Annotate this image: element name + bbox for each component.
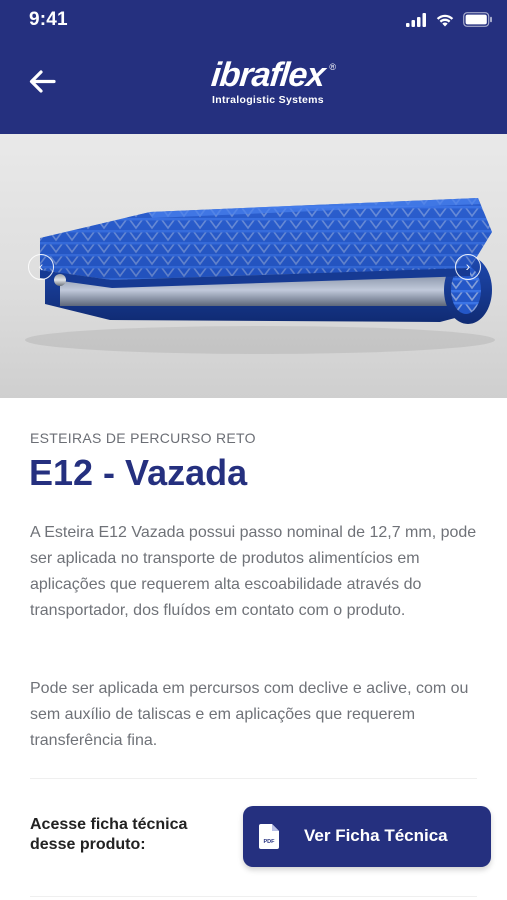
- back-button[interactable]: [24, 62, 64, 102]
- view-datasheet-button[interactable]: PDF Ver Ficha Técnica: [243, 806, 491, 867]
- carousel-prev-button[interactable]: ‹: [28, 254, 54, 280]
- logo-registered-mark: ®: [329, 62, 336, 72]
- status-icons: [401, 11, 493, 29]
- status-bar: 9:41: [0, 0, 507, 38]
- product-category: ESTEIRAS DE PERCURSO RETO: [30, 430, 256, 446]
- product-application-note: Pode ser aplicada em percursos com decli…: [30, 680, 469, 749]
- logo-tagline: Intralogistic Systems: [212, 94, 324, 106]
- chevron-right-icon: ›: [465, 258, 471, 274]
- logo-wordmark: ibraflex: [209, 56, 327, 94]
- conveyor-belt-image: [25, 198, 495, 354]
- carousel-next-button[interactable]: ›: [455, 254, 481, 280]
- chevron-left-icon: ‹: [38, 258, 44, 274]
- divider: [30, 778, 477, 779]
- view-datasheet-label: Ver Ficha Técnica: [304, 826, 448, 845]
- product-description: A Esteira E12 Vazada possui passo nomina…: [30, 524, 477, 619]
- divider: [30, 896, 477, 897]
- pdf-file-icon: PDF: [259, 824, 279, 849]
- datasheet-prompt: Acesse ficha técnica desse produto:: [30, 816, 188, 853]
- app-header: 9:41 ibraflex ® Intralogistic Systems: [0, 0, 507, 134]
- battery-icon: [463, 12, 492, 28]
- product-image-carousel[interactable]: ‹ ›: [0, 134, 507, 398]
- status-time: 9:41: [29, 9, 68, 30]
- signal-icon: [406, 12, 427, 27]
- pdf-badge-text: PDF: [264, 839, 276, 845]
- wifi-icon: [436, 14, 453, 27]
- product-title: E12 - Vazada: [29, 452, 248, 493]
- brand-logo: ibraflex ® Intralogistic Systems: [198, 56, 338, 110]
- arrow-left-icon: [29, 70, 56, 93]
